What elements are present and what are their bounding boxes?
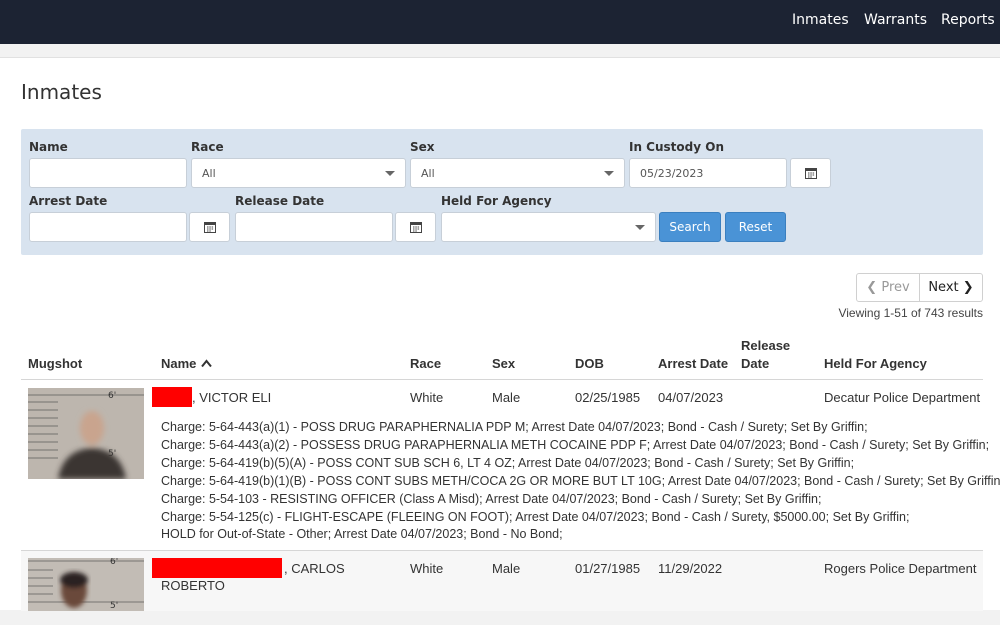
inmate-race: White	[410, 561, 444, 576]
mugshot-photo-icon: 6' 5'	[28, 558, 144, 611]
calendar-icon	[204, 222, 216, 233]
chevron-left-icon: ❮	[866, 280, 878, 295]
col-header-dob: DOB	[575, 356, 604, 371]
chevron-down-icon	[604, 171, 614, 176]
inmate-dob: 02/25/1985	[575, 390, 641, 405]
col-header-arrest-date: Arrest Date	[658, 356, 729, 371]
svg-text:6': 6'	[108, 391, 116, 401]
inmate-sex: Male	[492, 390, 521, 405]
header-divider	[21, 379, 983, 380]
mugshot-image[interactable]: 6' 5'	[28, 558, 144, 611]
nav-inmates-link[interactable]: Inmates	[792, 12, 849, 28]
col-header-name-label: Name	[161, 356, 197, 371]
nav-reports-link[interactable]: Reports	[941, 12, 995, 28]
inmate-dob: 01/27/1985	[575, 561, 641, 576]
nav-warrants-link[interactable]: Warrants	[864, 12, 927, 28]
prev-label: Prev	[881, 280, 910, 295]
sex-selected-value: All	[421, 167, 435, 180]
col-header-release-line1: Release	[741, 338, 791, 353]
sort-ascending-icon	[201, 359, 212, 368]
charge-line: Charge: 5-64-419(b)(5)(A) - POSS CONT SU…	[161, 455, 855, 470]
agency-label: Held For Agency	[441, 194, 552, 208]
charge-line: Charge: 5-54-125(c) - FLIGHT-ESCAPE (FLE…	[161, 509, 910, 524]
chevron-right-icon: ❯	[962, 280, 974, 295]
inmate-agency: Decatur Police Department	[824, 390, 981, 405]
col-header-race: Race	[410, 356, 442, 371]
top-navbar: Inmates Warrants Reports	[0, 0, 1000, 44]
sex-select[interactable]: All	[410, 158, 625, 188]
charges-list: Charge: 5-64-443(a)(1) - POSS DRUG PARAP…	[161, 419, 1000, 544]
next-page-button[interactable]: Next ❯	[919, 273, 983, 302]
agency-select[interactable]	[441, 212, 656, 242]
charge-line: Charge: 5-64-443(a)(1) - POSS DRUG PARAP…	[161, 420, 868, 434]
race-label: Race	[191, 140, 224, 154]
col-header-mugshot: Mugshot	[28, 356, 83, 371]
inmate-name[interactable]: , VICTOR ELI	[192, 390, 271, 405]
charge-line: Charge: 5-54-103 - RESISTING OFFICER (Cl…	[161, 491, 822, 506]
col-header-release-line2: Date	[741, 356, 770, 371]
inmate-name-line2[interactable]: ROBERTO	[161, 578, 225, 593]
arrest-date-label: Arrest Date	[29, 194, 108, 208]
prev-page-button[interactable]: ❮ Prev	[856, 273, 920, 302]
search-button[interactable]: Search	[659, 212, 721, 242]
row-divider	[21, 550, 983, 551]
col-header-name[interactable]: Name	[161, 356, 212, 371]
page-title: Inmates	[21, 80, 102, 104]
col-header-agency: Held For Agency	[824, 356, 927, 371]
inmate-arrest-date: 11/29/2022	[658, 561, 723, 576]
custody-date-input[interactable]: 05/23/2023	[629, 158, 787, 188]
inmate-arrest-date: 04/07/2023	[658, 390, 724, 405]
inmate-race: White	[410, 390, 444, 405]
svg-text:6': 6'	[110, 558, 118, 567]
next-label: Next	[928, 280, 959, 295]
mugshot-photo-icon: 6' 5'	[28, 388, 144, 479]
charge-line: Charge: 5-64-443(a)(2) - POSSESS DRUG PA…	[161, 437, 990, 452]
inmate-sex: Male	[492, 561, 521, 576]
mugshot-image[interactable]: 6' 5'	[28, 388, 144, 479]
charge-line: HOLD for Out-of-State - Other; Arrest Da…	[161, 527, 563, 542]
reset-button[interactable]: Reset	[725, 212, 786, 242]
name-input[interactable]	[29, 158, 187, 188]
inmate-name[interactable]: , CARLOS	[284, 561, 345, 576]
inmate-agency: Rogers Police Department	[824, 561, 977, 576]
release-date-input[interactable]	[235, 212, 393, 242]
col-header-sex: Sex	[492, 356, 516, 371]
redacted-surname	[152, 387, 192, 407]
race-select[interactable]: All	[191, 158, 406, 188]
calendar-icon	[410, 222, 422, 233]
name-label: Name	[29, 140, 68, 154]
chevron-down-icon	[635, 225, 645, 230]
redacted-surname	[152, 558, 282, 578]
arrest-calendar-button[interactable]	[189, 212, 230, 242]
charge-line: Charge: 5-64-419(b)(1)(B) - POSS CONT SU…	[161, 473, 1000, 488]
results-count: Viewing 1-51 of 743 results	[838, 306, 983, 320]
main-panel: Inmates Name Race All Sex All In Custody…	[0, 57, 1000, 611]
calendar-icon	[805, 168, 817, 179]
arrest-date-input[interactable]	[29, 212, 187, 242]
sex-label: Sex	[410, 140, 435, 154]
release-date-label: Release Date	[235, 194, 325, 208]
svg-text:5': 5'	[110, 601, 118, 611]
custody-label: In Custody On	[629, 140, 724, 154]
custody-calendar-button[interactable]	[790, 158, 831, 188]
chevron-down-icon	[385, 171, 395, 176]
race-selected-value: All	[202, 167, 216, 180]
release-calendar-button[interactable]	[395, 212, 436, 242]
search-filter-panel: Name Race All Sex All In Custody On 05/2…	[21, 129, 983, 255]
